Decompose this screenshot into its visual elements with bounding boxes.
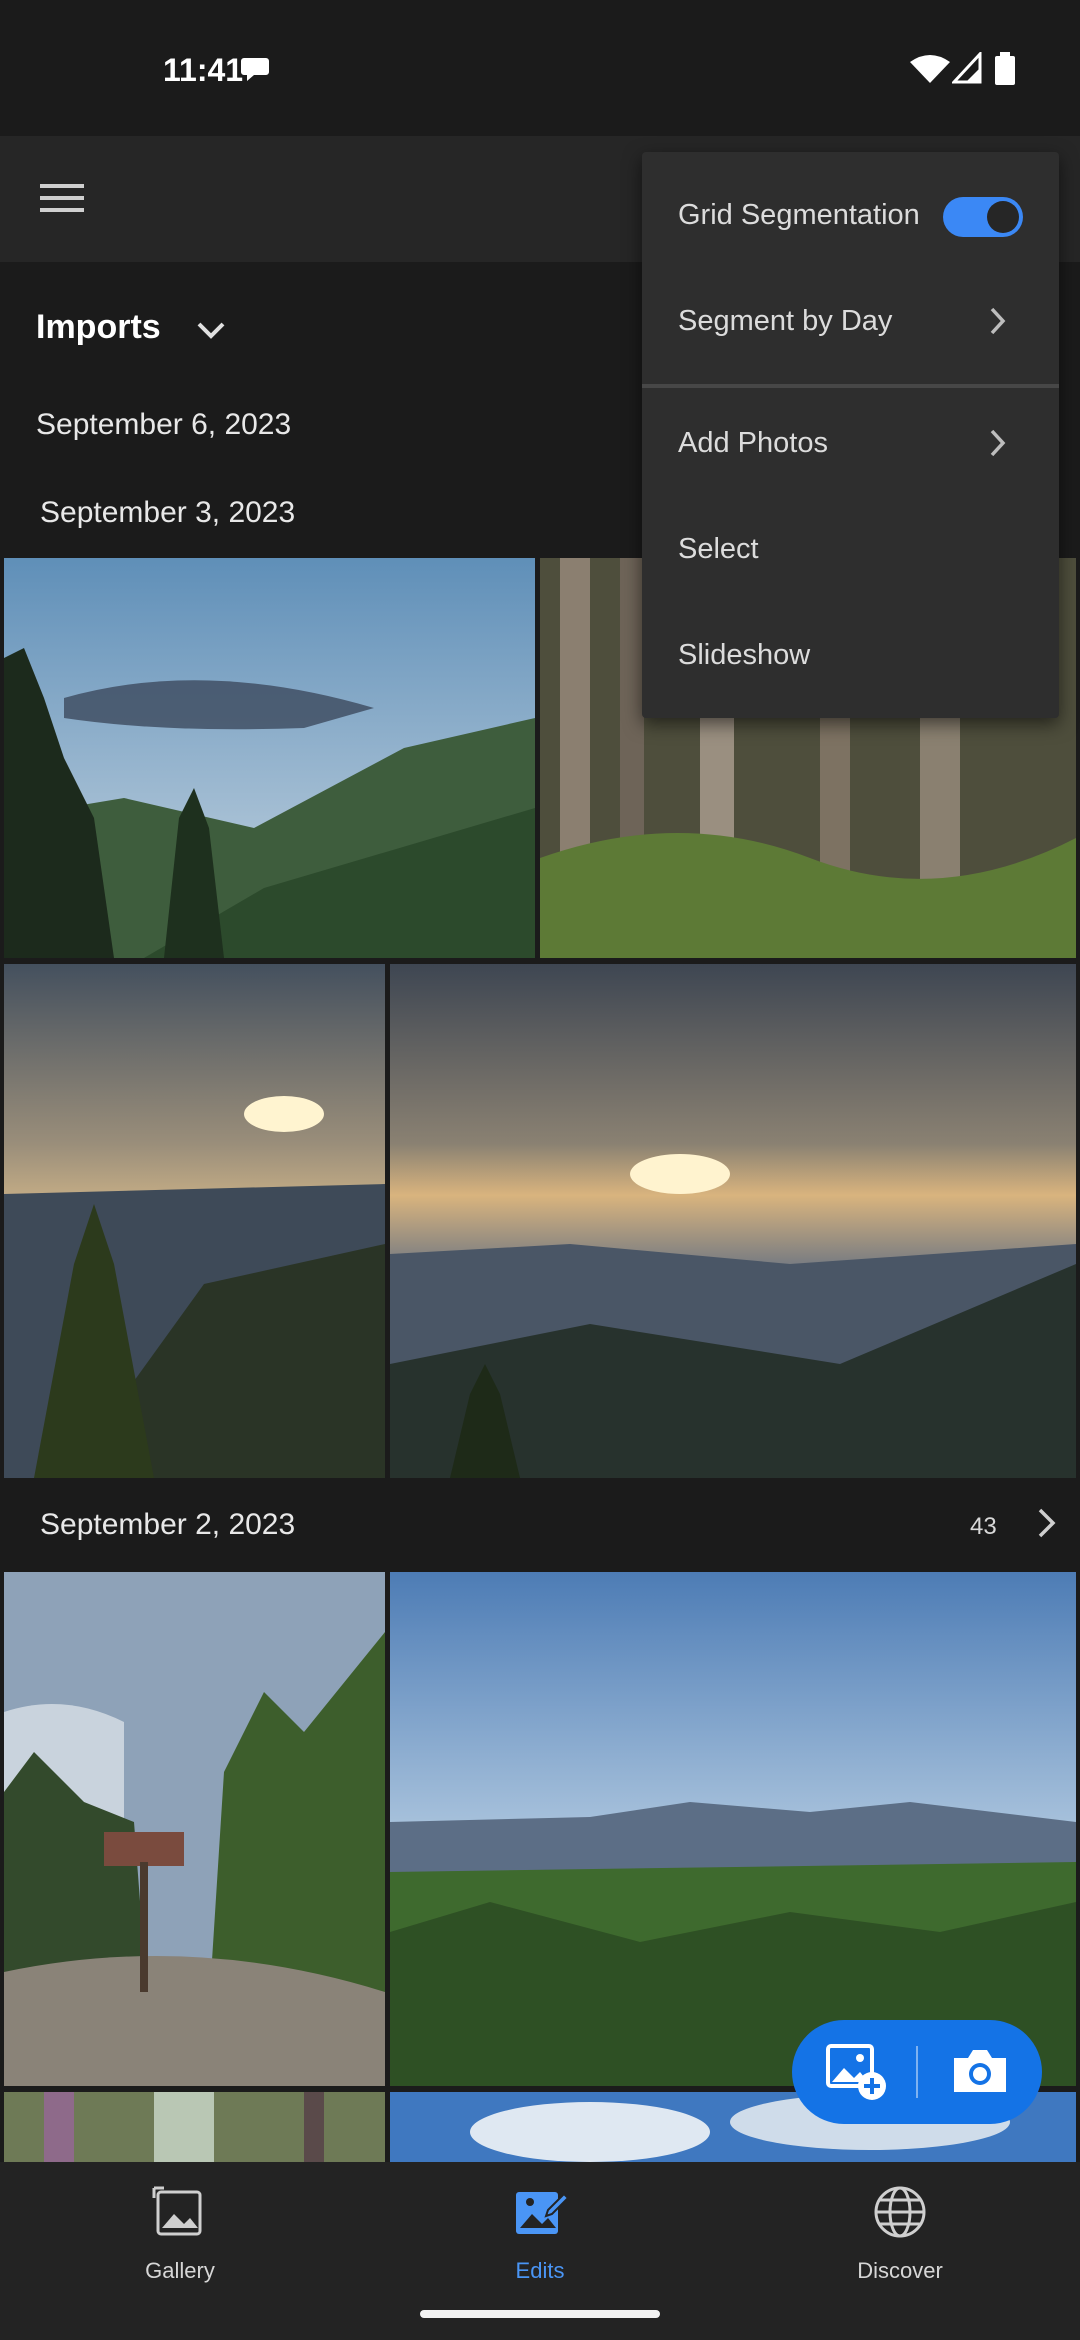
menu-divider bbox=[642, 384, 1059, 388]
chevron-down-icon[interactable] bbox=[195, 318, 227, 342]
date-header[interactable]: September 6, 2023 bbox=[36, 408, 291, 442]
menu-item-label: Grid Segmentation bbox=[678, 199, 920, 231]
photo-thumbnail[interactable] bbox=[4, 558, 535, 958]
home-indicator[interactable] bbox=[420, 2310, 660, 2318]
photo-count: 43 bbox=[970, 1513, 997, 1540]
date-header[interactable]: September 2, 2023 bbox=[40, 1508, 295, 1542]
menu-item-label: Select bbox=[678, 533, 759, 565]
discover-icon bbox=[874, 2186, 926, 2238]
nav-item-discover[interactable]: Discover bbox=[790, 2162, 1010, 2312]
grid-segmentation-toggle[interactable] bbox=[943, 197, 1023, 237]
date-header[interactable]: September 3, 2023 bbox=[40, 496, 295, 530]
photo-thumbnail[interactable] bbox=[390, 964, 1076, 1478]
photo-thumbnail[interactable] bbox=[4, 964, 385, 1478]
menu-item-segment-by-day[interactable]: Segment by Day bbox=[642, 270, 1059, 376]
menu-item-select[interactable]: Select bbox=[642, 498, 1059, 604]
photo-thumbnail[interactable] bbox=[4, 2092, 385, 2162]
nav-label: Gallery bbox=[145, 2258, 215, 2283]
menu-item-grid-segmentation[interactable]: Grid Segmentation bbox=[642, 164, 1059, 270]
overflow-menu: Grid Segmentation Segment by Day Add Pho… bbox=[642, 152, 1059, 718]
signal-icon bbox=[952, 52, 982, 84]
section-title[interactable]: Imports bbox=[36, 308, 161, 347]
battery-icon bbox=[995, 52, 1015, 85]
floating-action-group bbox=[792, 2020, 1042, 2124]
menu-item-slideshow[interactable]: Slideshow bbox=[642, 604, 1059, 710]
chevron-right-icon[interactable] bbox=[1036, 1506, 1058, 1540]
toggle-knob bbox=[987, 201, 1019, 233]
menu-item-label: Slideshow bbox=[678, 639, 811, 671]
fab-separator bbox=[916, 2046, 918, 2098]
chevron-right-icon bbox=[990, 307, 1006, 335]
menu-icon[interactable] bbox=[40, 182, 84, 214]
edits-icon bbox=[516, 2192, 568, 2234]
status-time: 11:41 bbox=[163, 52, 244, 88]
wifi-icon bbox=[910, 55, 950, 83]
chevron-right-icon bbox=[990, 429, 1006, 457]
nav-label: Discover bbox=[857, 2258, 943, 2283]
photo-thumbnail[interactable] bbox=[390, 1572, 1076, 2086]
nav-item-gallery[interactable]: Gallery bbox=[70, 2162, 290, 2312]
photo-thumbnail[interactable] bbox=[4, 1572, 385, 2086]
menu-item-label: Segment by Day bbox=[678, 305, 893, 337]
chat-bubble-icon bbox=[241, 58, 269, 81]
menu-item-label: Add Photos bbox=[678, 427, 828, 459]
camera-icon[interactable] bbox=[950, 2046, 1010, 2096]
menu-item-add-photos[interactable]: Add Photos bbox=[642, 392, 1059, 498]
nav-label: Edits bbox=[515, 2258, 565, 2283]
add-photo-icon[interactable] bbox=[826, 2042, 888, 2102]
gallery-icon bbox=[152, 2186, 202, 2236]
nav-item-edits[interactable]: Edits bbox=[430, 2162, 650, 2312]
